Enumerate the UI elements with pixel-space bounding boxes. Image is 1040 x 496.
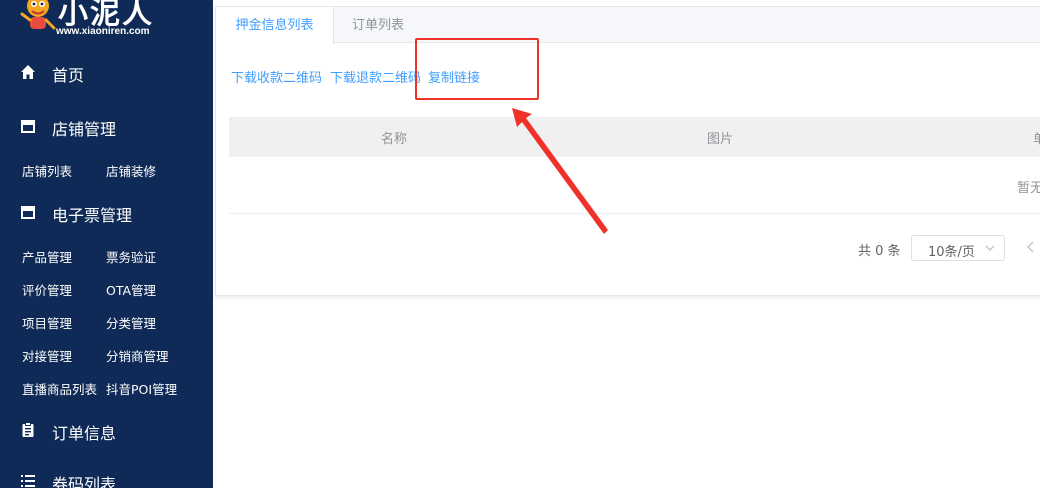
download-refund-qr-link[interactable]: 下载退款二维码 [330, 67, 421, 86]
sidebar-item-ticket-verification[interactable]: 票务验证 [106, 247, 156, 266]
column-header-unit: 单 [1033, 132, 1040, 147]
page-size-value: 10条/页 [928, 245, 975, 260]
sidebar-item-project-management[interactable]: 项目管理 [22, 313, 72, 332]
download-collect-qr-link[interactable]: 下载收款二维码 [231, 67, 322, 86]
brand-url: www.xiaoniren.com [56, 26, 150, 37]
sidebar-item-live-product-list[interactable]: 直播商品列表 [22, 379, 97, 398]
page-size-select[interactable]: 10条/页 [911, 235, 1005, 261]
nav-coupon-list-label: 券码列表 [52, 475, 117, 494]
sidebar-item-product-management[interactable]: 产品管理 [22, 247, 72, 266]
column-header-image: 图片 [707, 132, 734, 147]
sidebar-item-review-management[interactable]: 评价管理 [22, 280, 72, 299]
table-header: 名称 图片 单 [229, 117, 1040, 157]
nav-home[interactable]: 首页 [0, 57, 213, 87]
sidebar-item-store-decoration[interactable]: 店铺装修 [106, 161, 156, 180]
annotation-arrow-icon [512, 108, 608, 234]
sidebar-item-store-list[interactable]: 店铺列表 [22, 161, 72, 180]
nav-ticket-management-label: 电子票管理 [52, 206, 133, 225]
nav-coupon-list[interactable]: 券码列表 [0, 466, 213, 496]
nav-ticket-management[interactable]: 电子票管理 [0, 197, 213, 227]
store-icon [21, 206, 35, 219]
tab-order-list[interactable]: 订单列表 [334, 7, 422, 44]
sidebar-item-distributor-management[interactable]: 分销商管理 [106, 346, 169, 365]
sidebar-item-category-management[interactable]: 分类管理 [106, 313, 156, 332]
column-header-name: 名称 [381, 132, 408, 147]
chevron-left-icon[interactable] [1026, 241, 1036, 253]
list-icon [21, 475, 35, 487]
clipboard-icon [22, 422, 34, 437]
logo: 小泥人 www.xiaoniren.com [0, 0, 213, 44]
sidebar: 小泥人 www.xiaoniren.com 首页 店铺管理 店铺列表 店铺装修 … [0, 0, 213, 494]
tab-deposit-info-list[interactable]: 押金信息列表 [216, 7, 334, 44]
nav-store-management-label: 店铺管理 [52, 120, 117, 139]
nav-order-info-label: 订单信息 [52, 424, 117, 443]
content-card: 押金信息列表 订单列表 下载收款二维码 下载退款二维码 复制链接 名称 图片 单… [215, 6, 1040, 296]
annotation-highlight-box [415, 38, 539, 100]
store-icon [21, 120, 35, 133]
nav-home-label: 首页 [52, 66, 85, 85]
sidebar-item-ota-management[interactable]: OTA管理 [106, 280, 156, 299]
pagination-total: 共 0 条 [858, 244, 901, 259]
chevron-down-icon [985, 245, 995, 251]
nav-store-management[interactable]: 店铺管理 [0, 111, 213, 141]
sidebar-item-douyin-poi-management[interactable]: 抖音POI管理 [106, 379, 177, 398]
sidebar-item-integration-management[interactable]: 对接管理 [22, 346, 72, 365]
mascot-logo-icon [20, 0, 56, 30]
tab-bar: 押金信息列表 订单列表 [216, 7, 1040, 44]
home-icon [21, 65, 35, 79]
table-empty-row: 暂无 [229, 157, 1040, 214]
empty-data-text: 暂无 [1017, 181, 1040, 196]
nav-order-info[interactable]: 订单信息 [0, 415, 213, 445]
